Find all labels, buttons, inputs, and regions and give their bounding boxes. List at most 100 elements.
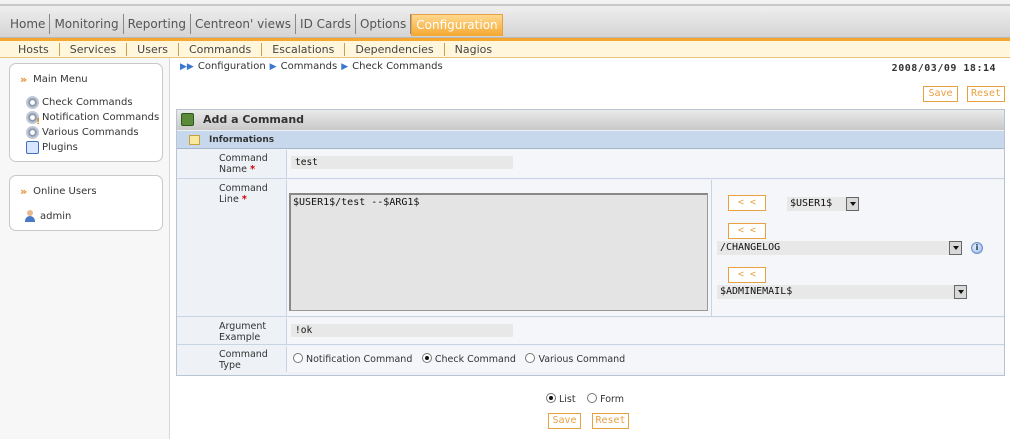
- save-button-top[interactable]: Save: [923, 86, 958, 102]
- radio-label: List: [559, 394, 576, 405]
- macro-select[interactable]: $USER1$: [787, 197, 859, 211]
- top-menu-centreon-views[interactable]: Centreon' views: [191, 14, 297, 34]
- top-menu: Home Monitoring Reporting Centreon' view…: [6, 14, 503, 36]
- radio-button: [587, 393, 598, 403]
- double-chevron-icon: »: [20, 73, 28, 86]
- reset-button-bottom[interactable]: Reset: [592, 413, 629, 429]
- command-name-label-line1: Command: [219, 153, 268, 164]
- view-mode-list[interactable]: List: [546, 393, 576, 405]
- insert-plugin-button[interactable]: < <: [728, 223, 766, 239]
- main-menu-item-plugins[interactable]: Plugins: [26, 140, 162, 155]
- arrow-right-icon: ▶: [269, 61, 277, 72]
- argument-example-label-line2: Example: [219, 332, 261, 343]
- view-mode-selector: List Form: [546, 392, 624, 405]
- double-chevron-icon: »: [20, 185, 28, 198]
- argument-example-label-line1: Argument: [219, 321, 267, 332]
- top-menu-configuration[interactable]: Configuration: [411, 14, 503, 36]
- main-menu-item-label: Plugins: [42, 142, 78, 153]
- command-type-label-line1: Command: [219, 349, 268, 360]
- command-name-value-cell: test: [287, 150, 1004, 178]
- sub-menu-hosts[interactable]: Hosts: [8, 43, 60, 56]
- argument-example-input[interactable]: !ok: [291, 324, 513, 338]
- user-icon: [24, 210, 35, 223]
- insert-macro-button[interactable]: < <: [728, 195, 766, 211]
- divider: [711, 180, 712, 316]
- sub-menu-escalations[interactable]: Escalations: [262, 43, 346, 56]
- breadcrumb-check-commands[interactable]: Check Commands: [352, 61, 443, 72]
- command-line-value-cell: $USER1$/test --$ARG1$ < < $USER1$ < < /C…: [287, 180, 1004, 316]
- admin-macro-select[interactable]: $ADMINEMAIL$: [717, 285, 967, 299]
- main-menu-item-check-commands[interactable]: Check Commands: [26, 95, 162, 110]
- breadcrumb-configuration[interactable]: Configuration: [198, 61, 266, 72]
- top-navigation-bar: Home Monitoring Reporting Centreon' view…: [0, 0, 1010, 38]
- required-marker: *: [241, 194, 247, 205]
- top-menu-options[interactable]: Options: [356, 14, 412, 34]
- online-user-name: admin: [40, 211, 72, 222]
- main-menu-panel: » Main Menu Check Commands Notification …: [9, 63, 163, 162]
- command-line-textarea[interactable]: $USER1$/test --$ARG1$: [289, 193, 708, 311]
- command-name-input[interactable]: test: [291, 156, 513, 170]
- command-name-label-line2: Name: [219, 164, 248, 175]
- radio-various-command[interactable]: Various Command: [525, 353, 625, 365]
- notepad-icon: [189, 135, 200, 145]
- plugin-icon: [26, 141, 39, 154]
- sub-menu-services[interactable]: Services: [60, 43, 128, 56]
- radio-check-command[interactable]: Check Command: [421, 353, 516, 365]
- sub-menu-nagios[interactable]: Nagios: [445, 43, 502, 56]
- add-command-icon: [181, 113, 194, 126]
- command-name-row: Command Name * test: [177, 150, 1004, 179]
- command-name-label: Command Name *: [177, 150, 287, 178]
- top-menu-monitoring[interactable]: Monitoring: [50, 14, 124, 34]
- main-menu-heading: » Main Menu: [20, 73, 162, 86]
- radio-button-selected: [546, 393, 556, 403]
- insert-macro2-button[interactable]: < <: [728, 267, 766, 283]
- left-sidebar: » Main Menu Check Commands Notification …: [0, 58, 170, 439]
- command-type-label: Command Type: [177, 346, 287, 372]
- top-menu-home[interactable]: Home: [6, 14, 51, 34]
- form-title: Add a Command: [203, 113, 305, 126]
- online-users-panel: » Online Users admin: [9, 175, 163, 231]
- view-mode-form[interactable]: Form: [587, 393, 624, 405]
- main-menu-item-label: Various Commands: [42, 127, 139, 138]
- gear-icon: [26, 126, 39, 139]
- breadcrumb: ▶▶ Configuration ▶ Commands ▶ Check Comm…: [180, 61, 443, 72]
- main-menu-item-various-commands[interactable]: Various Commands: [26, 125, 162, 140]
- command-type-row: Command Type Notification Command Check …: [177, 346, 1004, 372]
- info-icon[interactable]: i: [971, 242, 983, 254]
- sub-menu-dependencies[interactable]: Dependencies: [345, 43, 445, 56]
- online-users-title: Online Users: [33, 186, 97, 197]
- sub-navigation-bar: Hosts Services Users Commands Escalation…: [0, 38, 1010, 58]
- sub-menu: Hosts Services Users Commands Escalation…: [8, 43, 502, 56]
- section-header: Informations: [177, 131, 1004, 149]
- reset-button-top[interactable]: Reset: [967, 86, 1005, 102]
- main-menu-item-label: Check Commands: [42, 97, 133, 108]
- radio-notification-command[interactable]: Notification Command: [293, 353, 413, 365]
- sub-menu-users[interactable]: Users: [127, 43, 179, 56]
- save-button-bottom[interactable]: Save: [548, 413, 581, 429]
- plugin-select-value: /CHANGELOG: [720, 242, 781, 253]
- radio-label: Notification Command: [306, 354, 413, 365]
- top-strip: [0, 4, 1010, 6]
- argument-example-row: Argument Example !ok: [177, 318, 1004, 345]
- command-type-label-line2: Type: [219, 360, 241, 371]
- double-arrow-icon: ▶▶: [180, 61, 194, 72]
- radio-button: [293, 353, 303, 363]
- top-menu-reporting[interactable]: Reporting: [124, 14, 191, 34]
- admin-macro-select-value: $ADMINEMAIL$: [720, 286, 793, 297]
- argument-example-value-cell: !ok: [287, 318, 1004, 344]
- arrow-right-icon: ▶: [341, 61, 349, 72]
- main-menu-item-notification-commands[interactable]: Notification Commands: [26, 110, 162, 126]
- top-menu-id-cards[interactable]: ID Cards: [296, 14, 356, 34]
- chevron-down-icon: [949, 241, 962, 255]
- chevron-down-icon: [846, 197, 859, 211]
- command-line-label-line2: Line: [219, 194, 239, 205]
- radio-button: [525, 353, 536, 363]
- online-user-admin[interactable]: admin: [24, 209, 162, 224]
- command-line-row: Command Line * $USER1$/test --$ARG1$ < <…: [177, 180, 1004, 317]
- sub-menu-commands[interactable]: Commands: [179, 43, 263, 56]
- online-users-heading: » Online Users: [20, 185, 162, 198]
- radio-label: Check Command: [434, 354, 516, 365]
- main-menu-title: Main Menu: [33, 74, 88, 85]
- plugin-select[interactable]: /CHANGELOG: [717, 241, 962, 255]
- breadcrumb-commands[interactable]: Commands: [281, 61, 338, 72]
